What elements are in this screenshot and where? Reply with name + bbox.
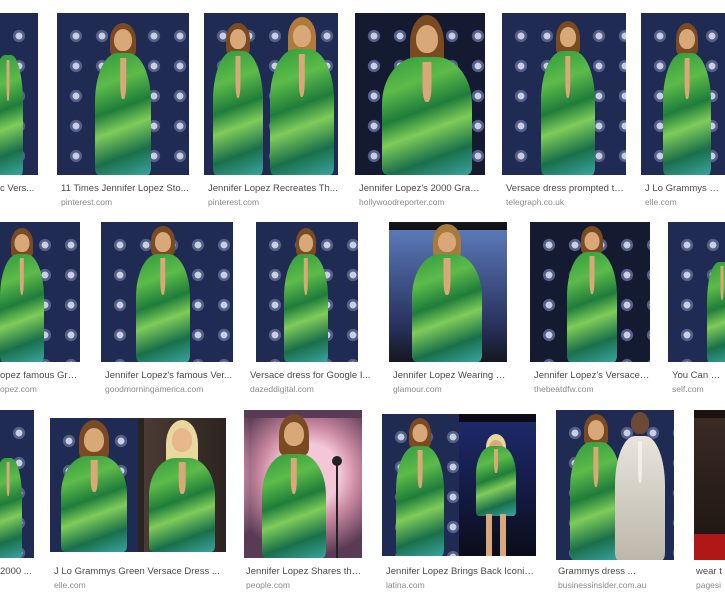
result-tile[interactable]: wear t pagesi	[694, 410, 725, 590]
result-thumbnail[interactable]	[101, 222, 233, 362]
result-tile[interactable]: Versace dress prompted th... telegraph.c…	[502, 13, 626, 207]
result-caption[interactable]: 2000 ...	[0, 566, 34, 577]
result-thumbnail[interactable]	[668, 222, 725, 362]
result-tile[interactable]: Jennifer Lopez Shares the ... people.com	[244, 410, 362, 590]
result-caption[interactable]: Jennifer Lopez's 2000 Gram...	[359, 183, 485, 194]
result-caption[interactable]: Jennifer Lopez Wearing Gr...	[393, 370, 507, 381]
result-caption[interactable]: Jennifer Lopez's Versace ...	[534, 370, 650, 381]
result-caption[interactable]: J Lo Grammys Green Versace Dress ...	[54, 566, 226, 577]
result-caption[interactable]: Grammys dress ...	[558, 566, 674, 577]
microphone-stand	[336, 462, 338, 558]
result-caption[interactable]: Jennifer Lopez's famous Ver...	[105, 370, 233, 381]
result-domain: thebeatdfw.com	[534, 384, 594, 394]
result-domain: glamour.com	[393, 384, 442, 394]
result-domain: self.com	[672, 384, 704, 394]
result-domain: latina.com	[386, 580, 425, 590]
result-tile[interactable]: Jennifer Lopez Wearing Gr... glamour.com	[389, 222, 507, 394]
result-thumbnail[interactable]	[502, 13, 626, 175]
result-thumbnail[interactable]	[244, 410, 362, 558]
result-tile[interactable]: Versace dress for Google I... dazeddigit…	[246, 222, 372, 394]
result-caption[interactable]: Jennifer Lopez Brings Back Iconic ...	[386, 566, 536, 577]
red-carpet	[694, 534, 725, 560]
result-caption[interactable]: J Lo Grammys Gree	[645, 183, 725, 194]
microphone	[332, 456, 342, 466]
result-caption[interactable]: You Can Nov	[672, 370, 725, 381]
result-domain: pinterest.com	[208, 197, 260, 207]
result-caption[interactable]: Jennifer Lopez Shares the ...	[246, 566, 362, 577]
result-domain: businessinsider.com.au	[558, 580, 647, 590]
result-thumbnail[interactable]	[694, 410, 725, 560]
result-thumbnail[interactable]	[57, 13, 189, 175]
result-tile[interactable]: Jennifer Lopez Brings Back Iconic ... la…	[382, 414, 536, 590]
result-domain: pagesi	[696, 580, 722, 590]
result-thumbnail[interactable]	[556, 410, 674, 560]
result-thumbnail[interactable]	[389, 222, 507, 362]
result-domain: goodmorningamerica.com	[105, 384, 204, 394]
result-caption[interactable]: c Vers...	[0, 183, 38, 194]
result-thumbnail[interactable]	[530, 222, 650, 362]
result-tile[interactable]: opez famous Gra... opez.com	[0, 222, 80, 394]
result-domain: pinterest.com	[61, 197, 113, 207]
result-tile[interactable]: J Lo Grammys Gree elle.com	[641, 13, 725, 207]
result-domain: dazeddigital.com	[250, 384, 314, 394]
result-domain: opez.com	[0, 384, 37, 394]
result-domain: hollywoodreporter.com	[359, 197, 445, 207]
result-thumbnail[interactable]	[641, 13, 725, 175]
result-tile[interactable]: J Lo Grammys Green Versace Dress ... ell…	[50, 418, 226, 590]
result-tile[interactable]: Jennifer Lopez Recreates Th... pinterest…	[204, 13, 338, 207]
result-thumbnail[interactable]	[355, 13, 485, 175]
result-thumbnail[interactable]	[246, 222, 372, 362]
result-domain: elle.com	[54, 580, 86, 590]
result-caption[interactable]: wear t	[696, 566, 725, 577]
result-thumbnail[interactable]	[0, 13, 38, 175]
result-caption[interactable]: Jennifer Lopez Recreates Th...	[208, 183, 338, 194]
result-thumbnail[interactable]	[0, 222, 80, 362]
result-caption[interactable]: 11 Times Jennifer Lopez Sto...	[61, 183, 189, 194]
result-tile[interactable]: You Can Nov self.com	[668, 222, 725, 394]
result-caption[interactable]: Versace dress prompted th...	[506, 183, 626, 194]
result-domain: people.com	[246, 580, 290, 590]
result-domain: elle.com	[645, 197, 677, 207]
result-tile[interactable]: 11 Times Jennifer Lopez Sto... pinterest…	[57, 13, 189, 207]
result-thumbnail[interactable]	[50, 418, 226, 552]
result-tile[interactable]: Grammys dress ... businessinsider.com.au	[556, 410, 674, 590]
result-tile[interactable]: Jennifer Lopez's 2000 Gram... hollywoodr…	[355, 13, 485, 207]
result-tile[interactable]: Jennifer Lopez's Versace ... thebeatdfw.…	[530, 222, 650, 394]
result-thumbnail[interactable]	[0, 410, 34, 558]
result-thumbnail[interactable]	[382, 414, 536, 556]
result-tile[interactable]: Jennifer Lopez's famous Ver... goodmorni…	[101, 222, 233, 394]
result-tile[interactable]: c Vers...	[0, 13, 38, 203]
result-caption[interactable]: opez famous Gra...	[0, 370, 80, 381]
result-tile[interactable]: 2000 ...	[0, 410, 34, 590]
result-caption[interactable]: Versace dress for Google I...	[250, 370, 372, 381]
result-domain: telegraph.co.uk	[506, 197, 565, 207]
result-thumbnail[interactable]	[204, 13, 338, 175]
